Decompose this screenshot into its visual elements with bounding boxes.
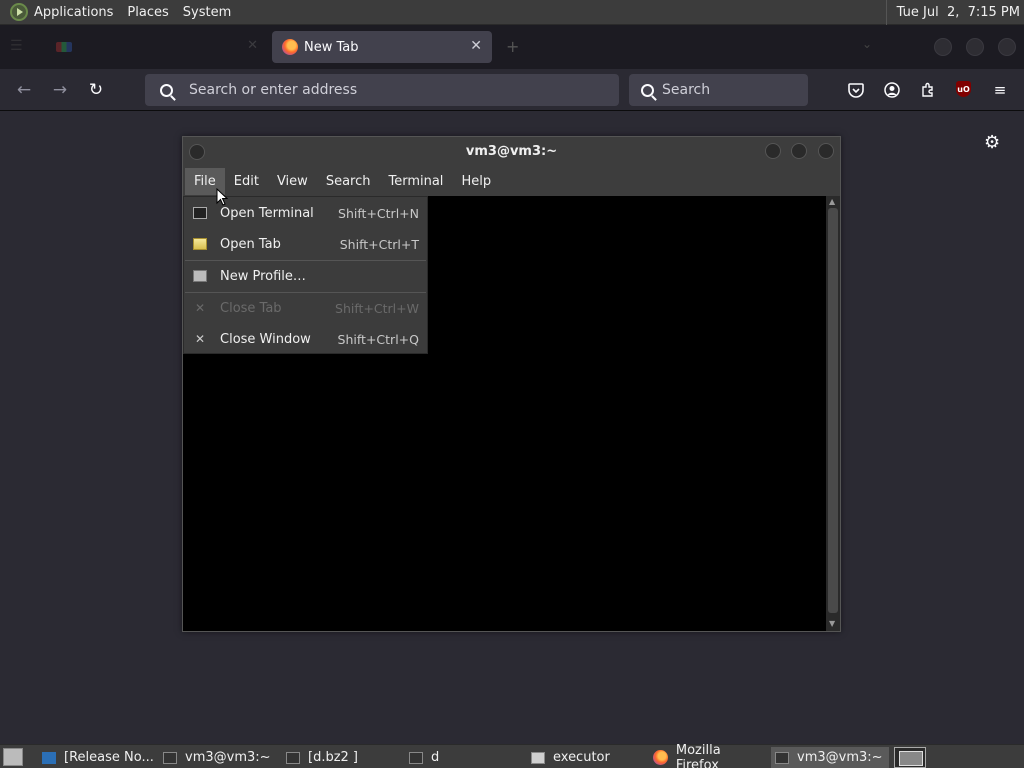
search-icon: [641, 83, 654, 97]
taskbar-item-label: [Release No...: [64, 750, 154, 765]
pocket-icon[interactable]: [847, 81, 865, 99]
tab-dropdown-icon[interactable]: ⌄: [862, 37, 872, 51]
taskbar-item-label: [d.bz2 ]: [308, 750, 359, 765]
new-tab-icon[interactable]: +: [506, 37, 519, 56]
menu-terminal[interactable]: Terminal: [379, 168, 452, 195]
taskbar-item[interactable]: Mozilla Firefox: [649, 743, 767, 768]
terminal-title: vm3@vm3:~: [465, 144, 558, 159]
scroll-down-icon[interactable]: ▼: [829, 619, 835, 628]
scrollbar-thumb[interactable]: [828, 208, 838, 613]
browser-tab-active[interactable]: New Tab ✕: [272, 31, 492, 63]
search-icon: [160, 83, 173, 97]
firefox-icon: [653, 750, 668, 765]
list-all-tabs-icon[interactable]: ☰: [10, 38, 28, 54]
terminal-titlebar[interactable]: vm3@vm3:~: [183, 137, 840, 167]
close-icon: ✕: [194, 332, 206, 346]
taskbar-item-label: d: [431, 750, 440, 765]
forward-icon[interactable]: →: [47, 77, 73, 103]
menu-item-close-window[interactable]: ✕ Close Window Shift+Ctrl+Q: [184, 324, 427, 355]
scroll-up-icon[interactable]: ▲: [829, 197, 835, 206]
terminal-icon: [193, 207, 207, 219]
menu-item-shortcut: Shift+Ctrl+N: [338, 206, 419, 221]
browser-tab[interactable]: ✕: [48, 31, 268, 63]
terminal-icon: [775, 751, 789, 764]
account-icon[interactable]: [883, 81, 901, 99]
close-window-icon[interactable]: [998, 38, 1016, 56]
menu-item-shortcut: Shift+Ctrl+Q: [337, 332, 419, 347]
taskbar-item[interactable]: [Release No...: [38, 747, 156, 768]
minimize-icon[interactable]: [934, 38, 952, 56]
show-desktop-icon[interactable]: [3, 748, 23, 766]
tab-label: New Tab: [304, 39, 359, 55]
hamburger-menu-icon[interactable]: ≡: [991, 81, 1009, 99]
distro-logo-icon[interactable]: [10, 3, 28, 21]
top-panel: Applications Places System Tue Jul 2, 7:…: [0, 0, 1024, 25]
workspace-switcher[interactable]: [894, 747, 926, 768]
menu-search[interactable]: Search: [317, 168, 380, 195]
browser-tab-strip: ☰ ✕ New Tab ✕ + ⌄: [0, 25, 1024, 69]
clock[interactable]: Tue Jul 2, 7:15 PM: [885, 0, 1024, 25]
places-menu[interactable]: Places: [127, 5, 168, 20]
menu-item-open-tab[interactable]: Open Tab Shift+Ctrl+T: [184, 229, 427, 260]
search-bar[interactable]: Search: [629, 74, 808, 106]
taskbar-item-active[interactable]: vm3@vm3:~: [771, 747, 889, 768]
back-icon[interactable]: ←: [11, 77, 37, 103]
maximize-icon[interactable]: [791, 143, 807, 159]
profile-icon: [193, 270, 207, 282]
terminal-scrollbar[interactable]: ▲ ▼: [826, 196, 840, 631]
reload-icon[interactable]: ↻: [83, 77, 109, 103]
menu-item-close-tab: ✕ Close Tab Shift+Ctrl+W: [184, 293, 427, 324]
taskbar-item[interactable]: d: [405, 747, 523, 768]
archive-icon: [409, 751, 423, 764]
navigation-toolbar: ← → ↻ Search or enter address Search uO …: [0, 69, 1024, 111]
mouse-cursor-icon: [216, 188, 228, 206]
settings-gear-icon[interactable]: ⚙: [984, 132, 1000, 153]
bottom-taskbar: [Release No... vm3@vm3:~ [d.bz2 ] d exec…: [0, 743, 1024, 768]
menu-item-label: Open Tab: [220, 237, 281, 252]
folder-icon: [531, 751, 545, 764]
menu-item-shortcut: Shift+Ctrl+W: [335, 301, 419, 316]
menu-item-label: Close Tab: [220, 301, 282, 316]
close-tab-icon[interactable]: ✕: [247, 38, 258, 53]
file-menu-dropdown: Open Terminal Shift+Ctrl+N Open Tab Shif…: [183, 196, 428, 354]
maximize-icon[interactable]: [966, 38, 984, 56]
tab-icon: [193, 238, 207, 250]
close-icon: ✕: [194, 301, 206, 315]
taskbar-item[interactable]: executor: [527, 747, 645, 768]
applications-menu[interactable]: Applications: [34, 5, 113, 20]
taskbar-item[interactable]: vm3@vm3:~: [159, 747, 277, 768]
extensions-icon[interactable]: [919, 81, 937, 99]
terminal-menubar: File Edit View Search Terminal Help: [183, 167, 840, 196]
taskbar-item[interactable]: [d.bz2 ]: [282, 747, 400, 768]
archive-icon: [286, 751, 300, 764]
menu-item-label: Close Window: [220, 332, 311, 347]
taskbar-item-label: vm3@vm3:~: [185, 750, 271, 765]
menu-help[interactable]: Help: [452, 168, 500, 195]
vscode-icon: [42, 751, 56, 764]
taskbar-item-label: executor: [553, 750, 610, 765]
menu-item-shortcut: Shift+Ctrl+T: [339, 237, 419, 252]
menu-item-new-profile[interactable]: New Profile…: [184, 261, 427, 292]
url-placeholder: Search or enter address: [189, 82, 358, 98]
taskbar-item-label: vm3@vm3:~: [797, 750, 883, 765]
url-bar[interactable]: Search or enter address: [145, 74, 619, 106]
ublock-origin-icon[interactable]: uO: [956, 81, 971, 97]
system-menu[interactable]: System: [183, 5, 231, 20]
firefox-icon: [282, 39, 298, 55]
minimize-icon[interactable]: [765, 143, 781, 159]
menu-item-label: New Profile…: [220, 269, 306, 284]
menu-edit[interactable]: Edit: [225, 168, 268, 195]
tab-favicon-icon: [56, 42, 72, 52]
taskbar-item-label: Mozilla Firefox: [675, 742, 721, 768]
search-placeholder: Search: [662, 82, 711, 98]
terminal-icon: [163, 751, 177, 764]
close-tab-icon[interactable]: ✕: [470, 38, 482, 54]
menu-view[interactable]: View: [268, 168, 317, 195]
close-window-icon[interactable]: [818, 143, 834, 159]
menu-item-label: Open Terminal: [220, 206, 314, 221]
